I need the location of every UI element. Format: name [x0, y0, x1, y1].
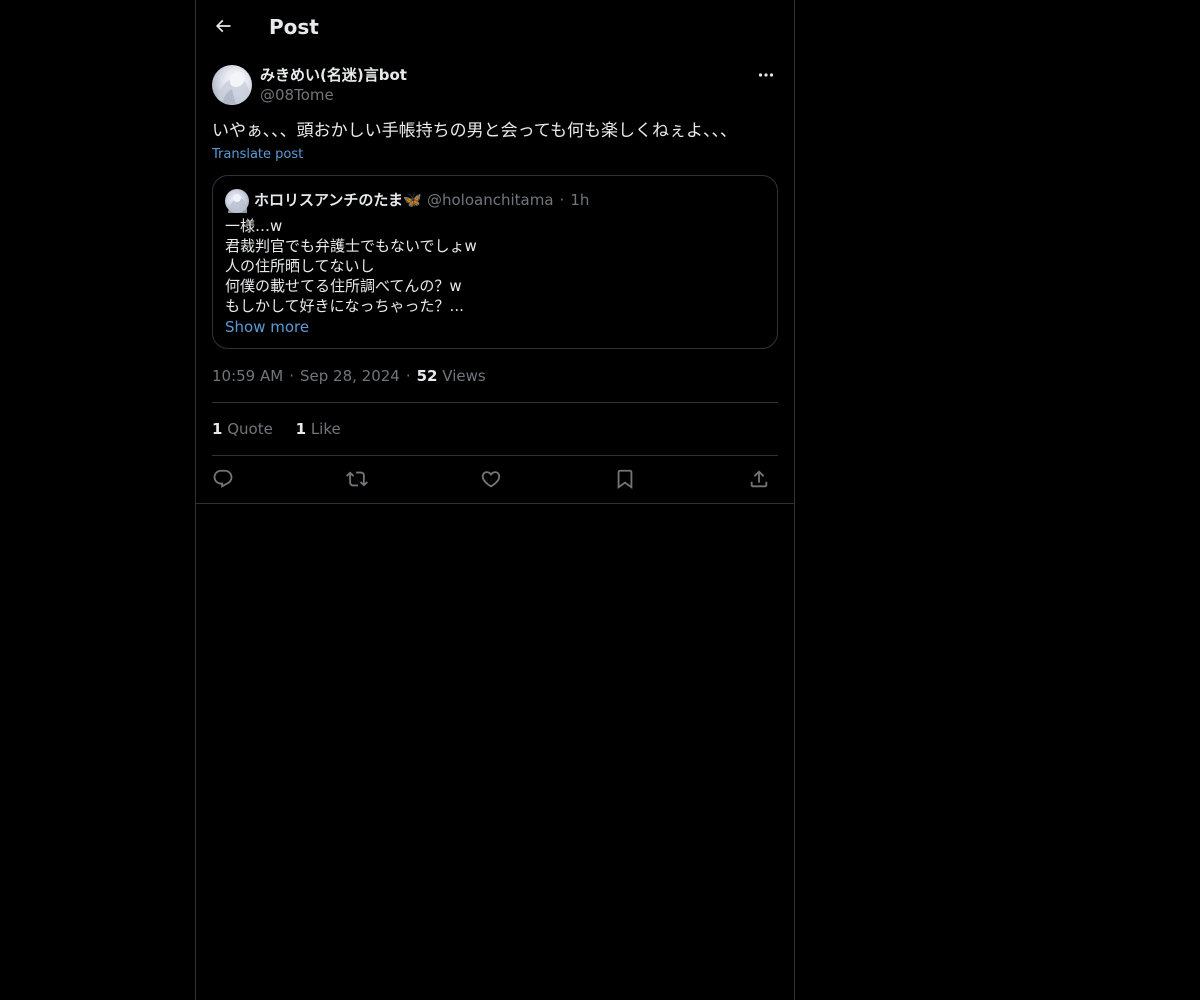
post-author: みきめい(名迷)言bot @08Tome — [212, 64, 778, 106]
show-more-link[interactable]: Show more — [225, 317, 309, 337]
reply-button[interactable] — [210, 466, 236, 492]
quoted-avatar[interactable] — [225, 189, 249, 213]
quotes-stat[interactable]: 1 Quote — [212, 420, 273, 438]
more-options-button[interactable] — [754, 64, 778, 86]
views-label: Views — [442, 367, 486, 385]
top-bar: Post — [196, 0, 794, 53]
likes-count: 1 — [295, 420, 307, 438]
quoted-time[interactable]: 1h — [570, 191, 589, 209]
separator: · — [405, 367, 411, 385]
post-text: いやぁ、、、頭おかしい手帳持ちの男と会っても何も楽しくねぇよ、、、 — [212, 121, 737, 141]
quoted-handle[interactable]: @holoanchitama — [427, 191, 554, 209]
repost-button[interactable] — [344, 466, 370, 492]
post-date[interactable]: Sep 28, 2024 — [300, 367, 400, 385]
quoted-line: 人の住所晒してないし — [225, 257, 375, 275]
likes-label: Like — [310, 420, 341, 438]
author-display-name[interactable]: みきめい(名迷)言bot — [260, 64, 407, 86]
post-stats: 1 Quote 1 Like — [212, 419, 359, 439]
post-meta: 10:59 AM · Sep 28, 2024 · 52 Views — [212, 366, 486, 386]
like-button[interactable] — [478, 466, 504, 492]
reply-icon — [212, 468, 234, 490]
arrow-left-icon — [213, 16, 233, 36]
quoted-line: もしかして好きになっちゃった？... — [225, 297, 464, 315]
quoted-line: 何僕の載せてる住所調べてんの？w — [225, 277, 462, 295]
quoted-meta: @holoanchitama · 1h — [427, 190, 589, 210]
separator: · — [289, 367, 294, 385]
divider — [212, 402, 778, 403]
quoted-text: 一様…w 君裁判官でも弁護士でもないでしょw 人の住所晒してないし 何僕の載せて… — [225, 216, 765, 316]
butterfly-icon: 🦋 — [402, 191, 422, 209]
bookmark-icon — [614, 468, 636, 490]
quoted-post[interactable]: ホロリスアンチのたま🦋 @holoanchitama · 1h 一様…w 君裁判官で… — [212, 175, 778, 349]
post-time[interactable]: 10:59 AM — [212, 367, 283, 385]
back-button[interactable] — [208, 11, 238, 41]
quoted-name-text: ホロリスアンチのたま — [254, 191, 403, 209]
quotes-label: Quote — [227, 420, 273, 438]
post-bottom-border — [196, 503, 794, 504]
avatar[interactable] — [212, 65, 252, 105]
views-count: 52 — [416, 367, 438, 385]
likes-stat[interactable]: 1 Like — [296, 420, 341, 438]
quotes-count: 1 — [212, 420, 223, 438]
translate-post-link[interactable]: Translate post — [212, 146, 303, 164]
author-handle[interactable]: @08Tome — [260, 85, 334, 105]
share-icon — [748, 468, 770, 490]
bookmark-button[interactable] — [612, 466, 638, 492]
quoted-line: 君裁判官でも弁護士でもないでしょw — [225, 237, 477, 255]
quoted-display-name[interactable]: ホロリスアンチのたま🦋 — [254, 190, 422, 210]
divider — [212, 455, 778, 456]
page-title: Post — [269, 15, 319, 39]
quoted-line: 一様…w — [225, 217, 283, 235]
main-column: Post みきめい(名迷)言bot @08Tome いやぁ、、、頭おかしい手帳持… — [195, 0, 795, 1000]
more-dots-icon — [758, 72, 774, 78]
separator: · — [559, 191, 565, 209]
action-bar — [212, 466, 778, 492]
share-button[interactable] — [746, 466, 772, 492]
repost-icon — [346, 468, 368, 490]
like-icon — [480, 468, 502, 490]
